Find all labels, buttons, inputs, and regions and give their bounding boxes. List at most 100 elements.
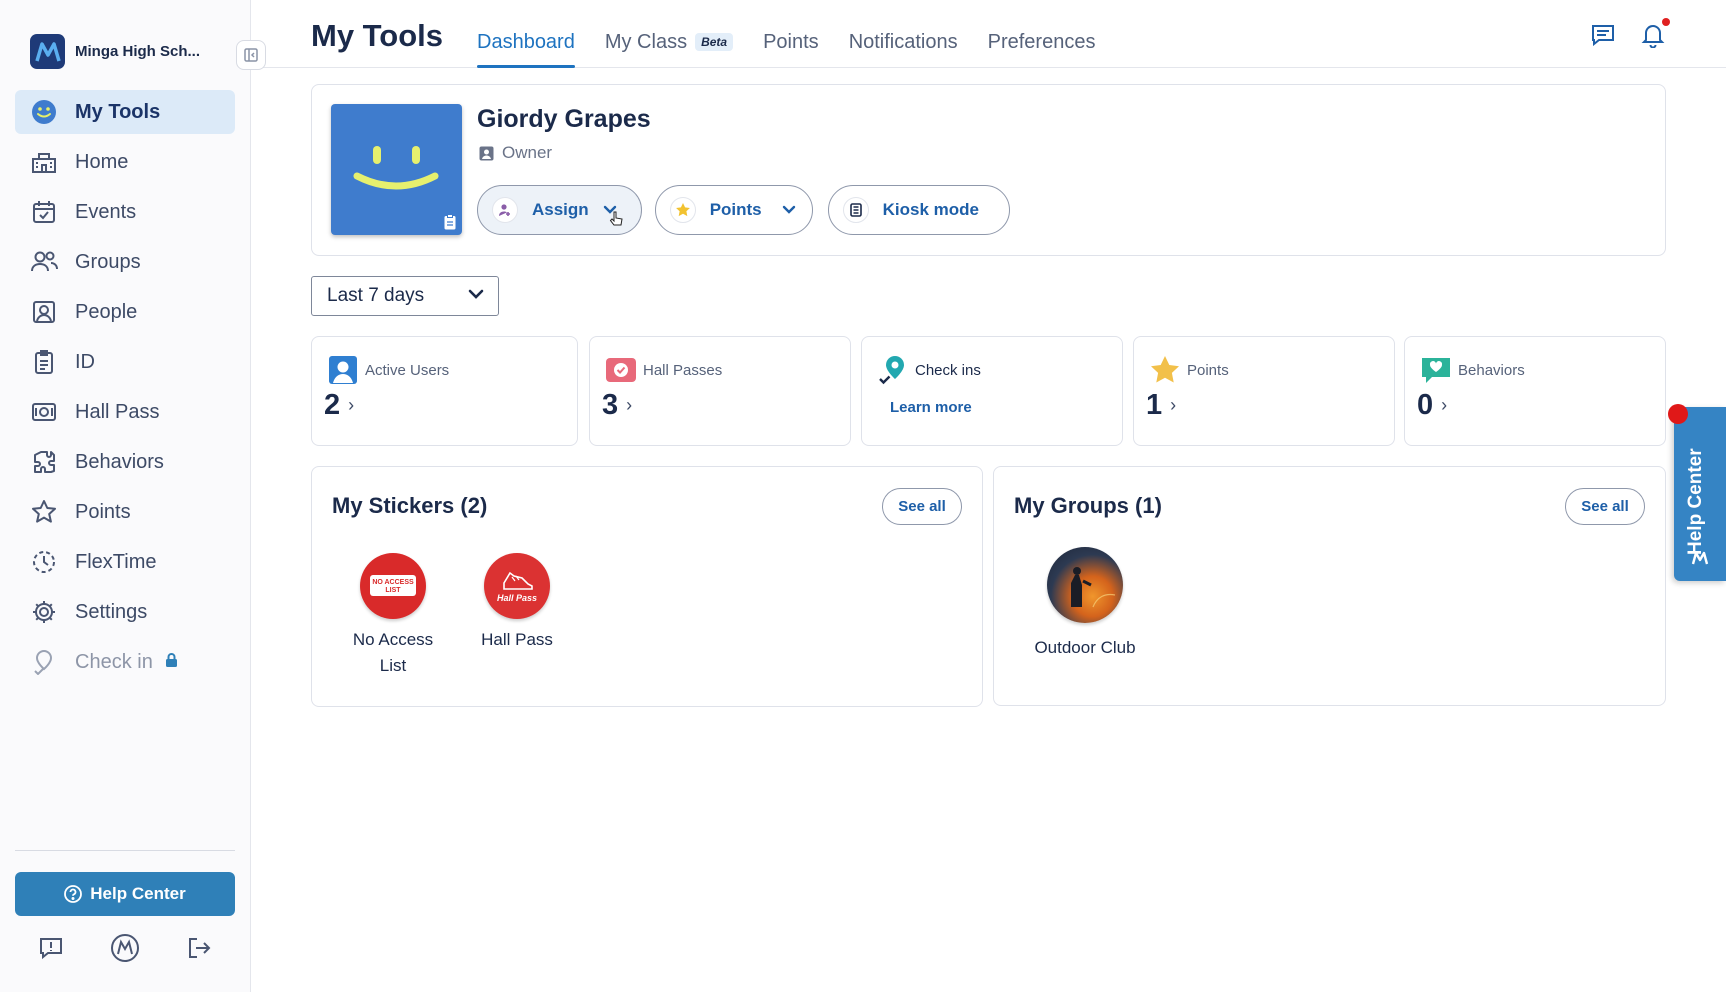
stat-label: Active Users [365,361,450,379]
see-all-groups-button[interactable]: See all [1565,488,1645,525]
tab-label: Notifications [848,30,958,53]
sidebar-item-events[interactable]: Events [15,190,235,234]
profile-card: Giordy Grapes Owner Assign Points Kiosk … [311,84,1666,256]
sidebar-item-id[interactable]: ID [15,340,235,384]
active-users-icon [327,354,359,386]
stat-value: 1 [1146,389,1163,421]
stat-check-ins[interactable]: Check ins Learn more [861,336,1123,446]
beta-badge: Beta [695,33,734,51]
sidebar-divider [15,850,235,851]
sidebar-item-label: Home [75,150,129,173]
date-range-select[interactable]: Last 7 days [311,276,499,316]
notifications-bell-icon[interactable] [1640,18,1670,48]
gear-icon [30,598,58,626]
assign-button[interactable]: Assign [477,185,642,235]
lock-icon [165,651,178,674]
kiosk-mode-button[interactable]: Kiosk mode [827,185,1010,235]
sidebar-item-home[interactable]: Home [15,140,235,184]
sticker-item[interactable]: Hall Pass Hall Pass [462,553,572,653]
help-tab-label: Help Center [1685,448,1706,555]
stat-label: Hall Passes [643,361,723,379]
stat-value: 2 [324,389,341,421]
minga-circle-icon[interactable] [109,932,141,964]
tab-label: Dashboard [477,30,575,53]
help-center-tab[interactable]: Help Center [1674,407,1726,581]
people-group-icon [30,248,58,276]
my-groups-card: My Groups (1) See all Outdoor Club [993,466,1666,706]
sidebar-item-label: ID [75,350,95,373]
hall-pass-sneaker-icon: Hall Pass [484,553,550,619]
help-center-button[interactable]: Help Center [15,872,235,916]
sidebar-item-points[interactable]: Points [15,490,235,534]
stat-label: Points [1187,361,1229,379]
sidebar-item-label: Groups [75,250,141,273]
user-avatar[interactable] [331,104,462,235]
profile-role: Owner [479,143,552,163]
sidebar-item-people[interactable]: People [15,290,235,334]
id-badge-icon [30,348,58,376]
groups-title: My Groups (1) [1014,493,1162,518]
points-button[interactable]: Points [654,185,813,235]
minga-m-icon [1691,550,1709,566]
sidebar-item-my-tools[interactable]: My Tools [15,90,235,134]
person-badge-icon [30,298,58,326]
see-all-stickers-button[interactable]: See all [882,488,962,525]
sidebar-item-hall-pass[interactable]: Hall Pass [15,390,235,434]
tab-my-class[interactable]: My Class Beta [605,0,734,68]
sidebar-item-label: Points [75,500,131,523]
sidebar-item-check-in[interactable]: Check in [15,640,235,684]
tab-points[interactable]: Points [763,0,819,68]
sidebar-item-label: FlexTime [75,550,157,573]
svg-text:Hall Pass: Hall Pass [497,593,537,603]
collapse-sidebar-button[interactable] [236,40,266,70]
messages-icon[interactable] [1590,22,1616,48]
sidebar-item-groups[interactable]: Groups [15,240,235,284]
sidebar-item-behaviors[interactable]: Behaviors [15,440,235,484]
gold-star-icon [1149,354,1181,386]
logout-icon[interactable] [183,932,215,964]
stat-active-users[interactable]: Active Users 2 › [311,336,578,446]
sidebar-item-flextime[interactable]: FlexTime [15,540,235,584]
profile-actions: Assign Points Kiosk mode [477,185,1010,235]
sidebar-item-settings[interactable]: Settings [15,590,235,634]
school-building-icon [30,148,58,176]
stat-points[interactable]: Points 1 › [1133,336,1395,446]
help-center-label: Help Center [90,884,186,903]
feedback-icon[interactable] [35,932,67,964]
chevron-right-icon: › [348,395,355,415]
calendar-icon [30,198,58,226]
sidebar-nav: My Tools Home Events Groups People ID Ha… [15,90,235,690]
tab-dashboard[interactable]: Dashboard [477,0,575,68]
chevron-down-icon [468,289,484,301]
assign-person-icon [492,197,518,223]
sticker-label: Hall Pass [481,630,553,649]
gold-star-icon [669,197,696,223]
question-circle-icon [64,885,83,903]
sidebar-item-label: Behaviors [75,450,164,473]
stat-value: 3 [602,389,619,421]
sticker-item[interactable]: NO ACCESS LIST No Access List [338,553,448,679]
puzzle-icon [30,448,58,476]
smiley-icon [30,98,58,126]
tab-notifications[interactable]: Notifications [849,0,958,68]
learn-more-link[interactable]: Learn more [890,399,972,416]
svg-text:LIST: LIST [385,587,401,594]
chevron-right-icon: › [626,395,633,415]
outdoor-club-image-icon [1047,547,1123,623]
header-actions [1590,18,1670,48]
sidebar-item-label: Settings [75,600,148,623]
stat-behaviors[interactable]: Behaviors 0 › [1404,336,1666,446]
sidebar-item-label: Events [75,200,137,223]
tab-preferences[interactable]: Preferences [988,0,1096,68]
id-badge-icon [444,214,456,230]
sidebar-footer [35,932,215,964]
clock-dashed-icon [30,548,58,576]
group-label: Outdoor Club [1034,638,1136,657]
school-brand[interactable]: Minga High Sch... [30,34,200,69]
kiosk-label: Kiosk mode [882,200,979,219]
assign-label: Assign [532,200,589,219]
sidebar-item-label: People [75,300,138,323]
stat-hall-passes[interactable]: Hall Passes 3 › [589,336,851,446]
group-item[interactable]: Outdoor Club [1020,547,1150,661]
stat-label: Check ins [915,361,981,379]
